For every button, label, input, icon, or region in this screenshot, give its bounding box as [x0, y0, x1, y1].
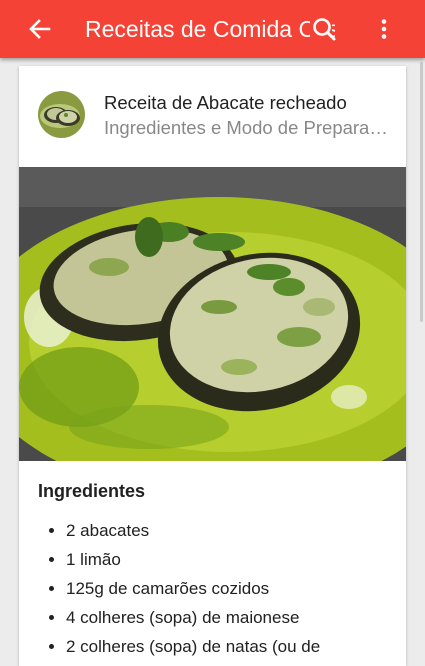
ingredient-item: 4 colheres (sopa) de maionese	[66, 608, 425, 637]
app-title: Receitas de Comida Cas	[85, 16, 335, 42]
search-icon	[310, 17, 336, 41]
more-vertical-icon	[381, 19, 387, 39]
ingredient-item: 2 colheres (sopa) de natas (ou de	[66, 637, 425, 666]
recipe-photo	[19, 167, 406, 461]
back-button[interactable]	[22, 13, 56, 45]
ingredients-list: 2 abacates 1 limão 125g de camarões cozi…	[38, 521, 425, 666]
recipe-title: Receita de Abacate recheado	[104, 92, 347, 113]
ingredient-item: 2 abacates	[66, 521, 425, 550]
app-bar: Receitas de Comida Cas	[0, 0, 425, 58]
scrollbar[interactable]	[420, 62, 423, 322]
search-button[interactable]	[310, 15, 338, 43]
overflow-menu-button[interactable]	[374, 13, 394, 45]
ingredients-heading: Ingredientes	[38, 481, 146, 501]
arrow-left-icon	[29, 19, 51, 39]
recipe-subtitle: Ingredientes e Modo de Preparação	[104, 117, 394, 138]
recipe-card: Receita de Abacate recheado Ingredientes…	[19, 66, 406, 666]
ingredient-item: 1 limão	[66, 550, 425, 579]
recipe-avatar	[38, 91, 85, 138]
ingredient-item: 125g de camarões cozidos	[66, 579, 425, 608]
